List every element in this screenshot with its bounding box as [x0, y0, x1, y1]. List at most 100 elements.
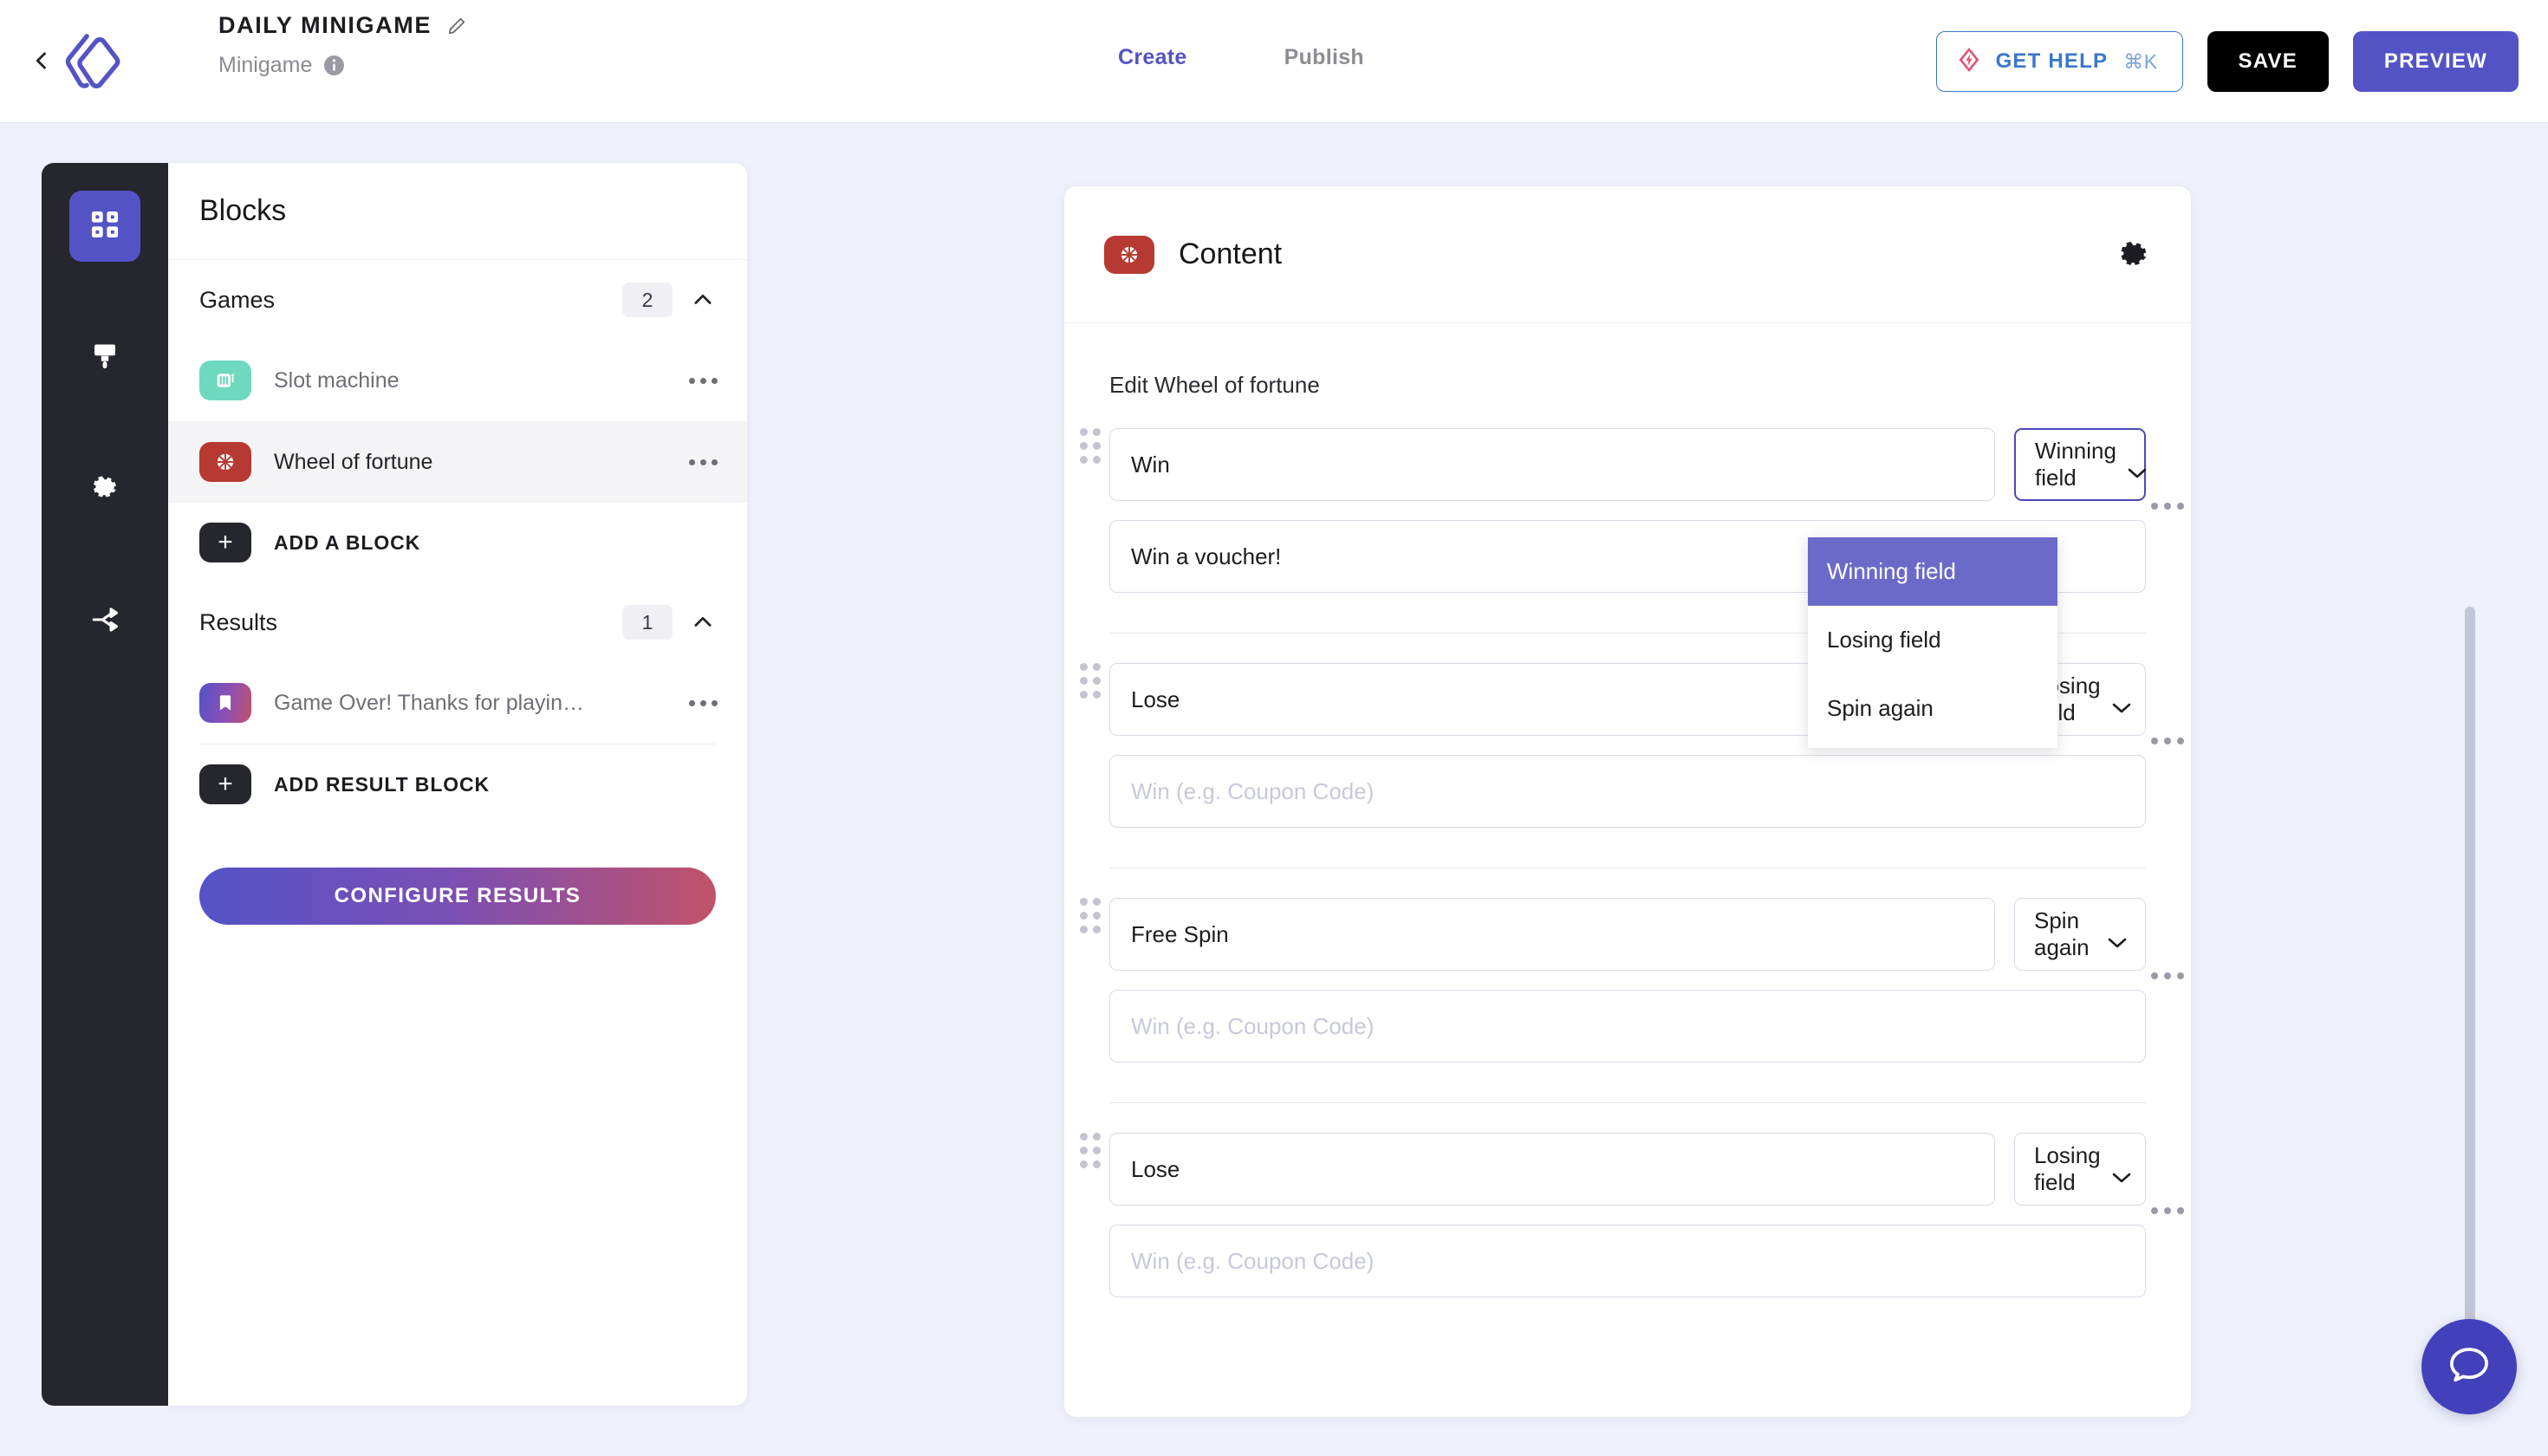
top-bar: DAILY MINIGAME Minigame Create Publish G… [0, 0, 2548, 123]
wheel-of-fortune-icon [199, 442, 251, 482]
field-label-input[interactable] [1109, 1133, 1995, 1206]
field-line-secondary [1109, 755, 2146, 828]
field-label-input[interactable] [1109, 898, 1995, 971]
rail-item-share[interactable] [69, 586, 140, 657]
tab-publish[interactable]: Publish [1284, 45, 1364, 70]
blocks-panel-header: Blocks [168, 163, 747, 260]
block-item-game-over[interactable]: Game Over! Thanks for playin… [168, 662, 747, 744]
vertical-scrollbar[interactable] [2465, 607, 2475, 1333]
section-header-results[interactable]: Results 1 [168, 582, 747, 662]
get-help-label: GET HELP [1995, 49, 2109, 73]
gear-icon[interactable] [2116, 237, 2151, 272]
field-type-value: Losing field [2034, 1142, 2101, 1195]
chevron-down-icon [2111, 1163, 2132, 1183]
block-menu-button[interactable] [679, 458, 718, 465]
configure-results-button[interactable]: CONFIGURE RESULTS [199, 868, 716, 925]
configure-results-label: CONFIGURE RESULTS [334, 884, 582, 907]
page-title: DAILY MINIGAME [218, 12, 432, 38]
block-menu-button[interactable] [679, 699, 718, 706]
chat-support-button[interactable] [2421, 1319, 2517, 1414]
wheel-field-row: Spin again [1080, 868, 2184, 1103]
drag-handle-icon[interactable] [1080, 663, 1102, 699]
field-type-select[interactable]: Winning field [2014, 428, 2148, 501]
section-header-games[interactable]: Games 2 [168, 260, 747, 340]
field-line-primary: Winning field [1109, 428, 2148, 501]
row-menu-button[interactable] [2151, 503, 2184, 510]
field-type-dropdown-menu: Winning field Losing field Spin again [1808, 537, 2057, 748]
block-label: Wheel of fortune [274, 449, 433, 474]
coupon-code-input[interactable] [1109, 755, 2146, 828]
blocks-panel: Blocks Games 2 Slot machine Wheel of for… [168, 163, 747, 1406]
content-title: Content [1179, 237, 1283, 270]
content-card: Content Edit Wheel of fortune Winning fi… [1064, 186, 2191, 1417]
subtitle-row: Minigame [218, 53, 466, 78]
get-help-shortcut: ⌘K [2123, 49, 2158, 73]
add-result-block-button[interactable]: + ADD RESULT BLOCK [168, 744, 747, 824]
rail-item-blocks[interactable] [69, 191, 140, 262]
info-icon[interactable] [323, 55, 345, 76]
bookmark-icon [199, 683, 251, 723]
pencil-icon[interactable] [447, 16, 466, 36]
row-menu-button[interactable] [2151, 972, 2184, 979]
field-type-value: Spin again [2034, 907, 2090, 960]
field-line-secondary [1109, 1225, 2146, 1297]
rail-item-design[interactable] [69, 322, 140, 393]
nav-tabs: Create Publish [1118, 45, 1364, 70]
slot-machine-icon [199, 361, 251, 400]
field-type-select[interactable]: Spin again [2014, 898, 2146, 971]
left-rail [42, 163, 168, 1406]
blocks-panel-title: Blocks [199, 194, 287, 227]
add-a-block-button[interactable]: + ADD A BLOCK [168, 503, 747, 582]
dropdown-option-spin-again[interactable]: Spin again [1808, 674, 2057, 743]
section-count-games: 2 [622, 283, 673, 317]
field-type-select[interactable]: Losing field [2014, 1133, 2146, 1206]
block-item-wheel-of-fortune[interactable]: Wheel of fortune [168, 421, 747, 503]
top-actions: GET HELP ⌘K SAVE PREVIEW [1935, 31, 2519, 92]
chevron-down-icon [2111, 693, 2132, 713]
block-menu-button[interactable] [679, 377, 718, 384]
wheel-of-fortune-icon [1104, 235, 1154, 274]
field-type-value: Winning field [2035, 438, 2116, 491]
rail-item-settings[interactable] [69, 454, 140, 525]
get-help-button[interactable]: GET HELP ⌘K [1935, 31, 2183, 92]
drag-handle-icon[interactable] [1080, 898, 1102, 933]
section-label-games: Games [199, 286, 276, 313]
row-menu-button[interactable] [2151, 738, 2184, 744]
grid-blocks-icon [88, 208, 121, 245]
chevron-down-icon [2107, 928, 2128, 948]
plus-icon: + [199, 764, 251, 804]
gear-icon [89, 472, 120, 508]
subtitle: Minigame [218, 53, 313, 77]
drag-handle-icon[interactable] [1080, 428, 1102, 464]
add-a-block-label: ADD A BLOCK [274, 530, 421, 554]
coupon-code-input[interactable] [1109, 990, 2146, 1063]
brand-logo-icon[interactable] [59, 31, 127, 94]
chevron-down-icon [2127, 458, 2148, 478]
save-button[interactable]: SAVE [2207, 31, 2329, 92]
block-item-slot-machine[interactable]: Slot machine [168, 340, 747, 421]
add-result-block-label: ADD RESULT BLOCK [274, 772, 491, 796]
wheel-fields-list: Winning field Losing field [1064, 399, 2191, 1297]
preview-button[interactable]: PREVIEW [2352, 31, 2519, 92]
section-label-results: Results [199, 608, 278, 635]
diamond-bolt-icon [1958, 47, 1980, 77]
share-nodes-icon [90, 605, 120, 639]
dropdown-option-losing-field[interactable]: Losing field [1808, 606, 2057, 674]
field-line-secondary [1109, 990, 2146, 1063]
block-label: Slot machine [274, 367, 400, 393]
coupon-code-input[interactable] [1109, 1225, 2146, 1297]
back-button[interactable] [29, 49, 54, 73]
plus-icon: + [199, 523, 251, 562]
drag-handle-icon[interactable] [1080, 1133, 1102, 1168]
row-menu-button[interactable] [2151, 1207, 2184, 1214]
block-label: Game Over! Thanks for playin… [274, 690, 585, 715]
field-line-primary: Losing field [1109, 1133, 2146, 1206]
chevron-up-icon[interactable] [690, 287, 716, 313]
chevron-up-icon[interactable] [690, 609, 716, 635]
chat-bubble-icon [2445, 1341, 2493, 1394]
field-line-primary: Spin again [1109, 898, 2146, 971]
tab-create[interactable]: Create [1118, 45, 1187, 70]
field-label-input[interactable] [1109, 428, 1995, 501]
wheel-field-row: Losing field [1080, 1103, 2184, 1297]
dropdown-option-winning-field[interactable]: Winning field [1808, 537, 2057, 606]
